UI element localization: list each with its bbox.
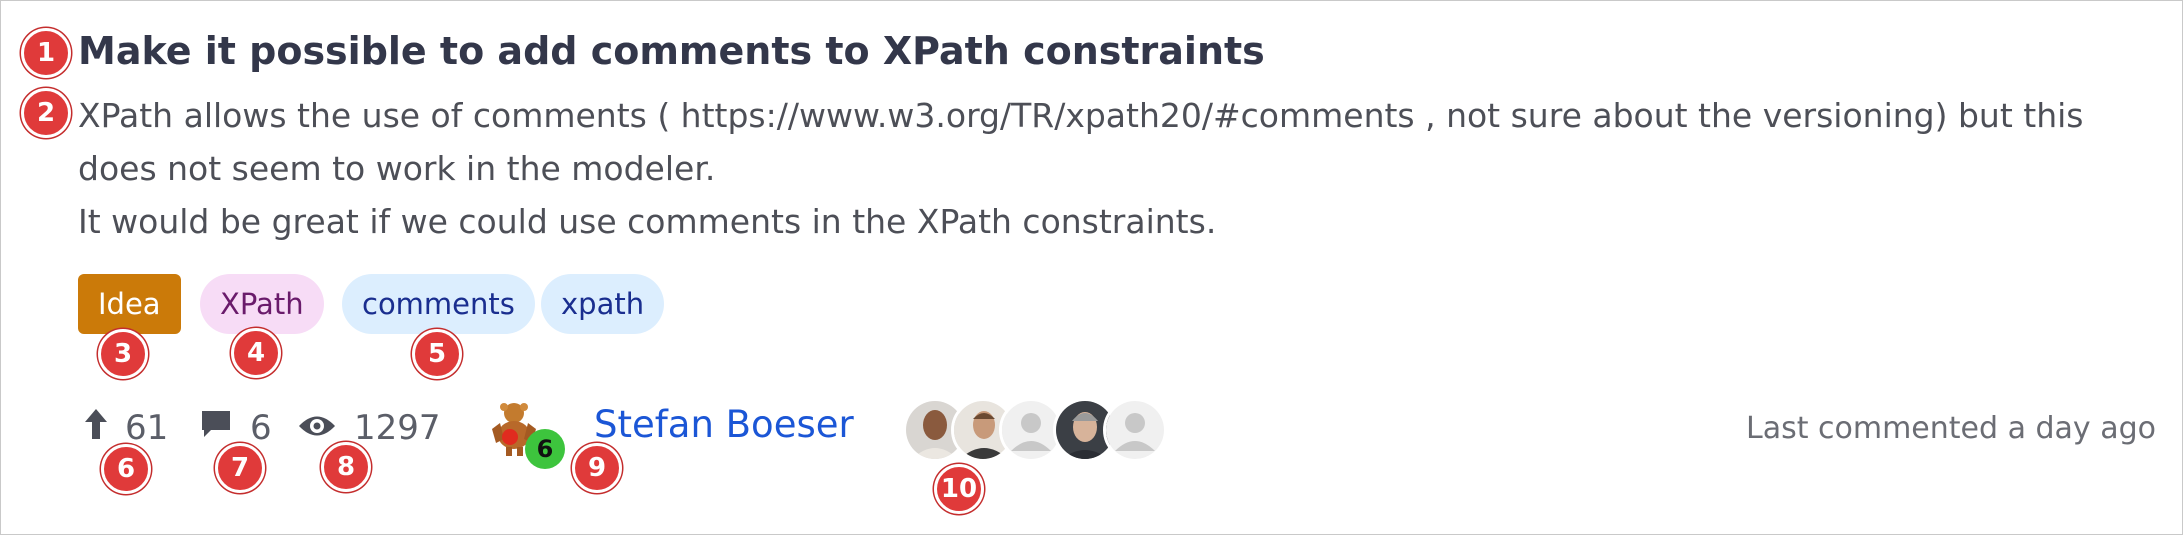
annotation-marker-7: 7 [215,443,265,493]
annotation-marker-10: 10 [934,464,984,514]
tag-comments[interactable]: comments [342,274,535,334]
views-stat: 1297 [298,403,441,453]
excerpt-line: It would be great if we could use commen… [78,202,1217,241]
topic-excerpt[interactable]: XPath allows the use of comments ( https… [78,89,2118,248]
annotation-marker-5: 5 [412,329,462,379]
tag-xpath[interactable]: XPath [200,274,324,334]
view-count: 1297 [354,408,441,448]
excerpt-line: does not seem to work in the modeler. [78,149,716,188]
annotation-marker-4: 4 [231,328,281,378]
comment-count: 6 [250,408,272,448]
annotation-marker-6: 6 [101,444,151,494]
annotation-marker-9: 9 [572,443,622,493]
participants-list [903,398,1167,462]
author-name-link[interactable]: Stefan Boeser [594,403,854,446]
category-tag-idea[interactable]: Idea [78,274,181,334]
annotation-marker-1: 1 [21,28,71,78]
upvote-count: 61 [125,408,169,448]
topic-title[interactable]: Make it possible to add comments to XPat… [78,29,1265,73]
arrow-up-icon[interactable] [85,408,107,448]
topic-card: Make it possible to add comments to XPat… [0,0,2183,535]
annotation-marker-8: 8 [321,442,371,492]
annotation-marker-2: 2 [21,88,71,138]
annotation-marker-3: 3 [98,329,148,379]
eye-icon [298,408,336,448]
author-level-badge: 6 [525,429,565,469]
last-commented-timestamp: Last commented a day ago [1745,411,2156,446]
excerpt-line: XPath allows the use of comments ( https… [78,96,2084,135]
comment-icon [200,408,232,448]
default-user-avatar-5[interactable] [1103,398,1167,462]
tag-xpath-lowercase[interactable]: xpath [541,274,665,334]
